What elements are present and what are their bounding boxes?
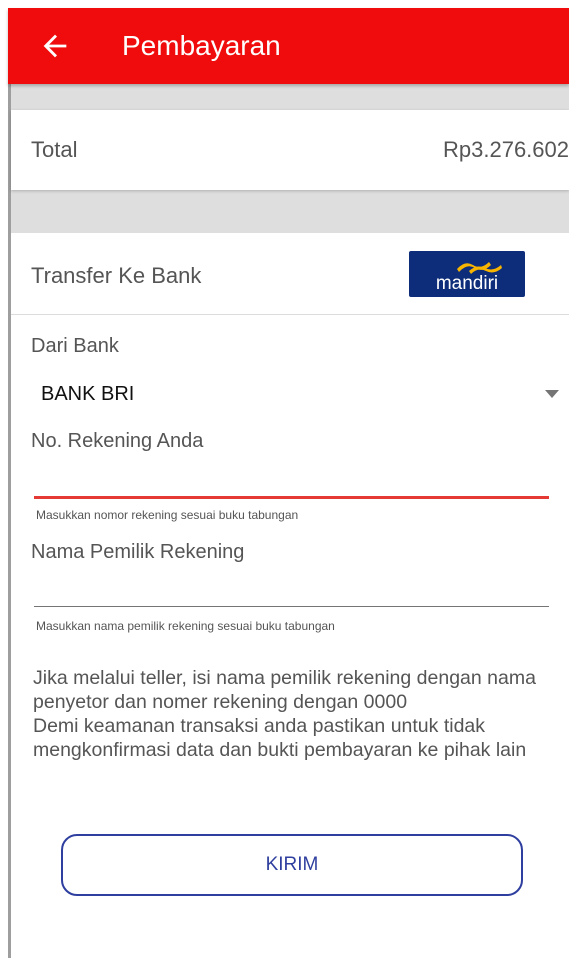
app-bar: Pembayaran: [8, 8, 569, 84]
account-number-label: No. Rekening Anda: [31, 430, 204, 452]
mandiri-logo-icon: mandiri: [409, 251, 525, 297]
divider: [11, 314, 569, 315]
page-title: Pembayaran: [122, 30, 281, 61]
total-card: Total Rp3.276.602: [11, 110, 569, 190]
info-line-security: Demi keamanan transaksi anda pastikan un…: [33, 715, 527, 761]
arrow-left-icon[interactable]: [38, 29, 72, 63]
account-name-helper: Masukkan nama pemilik rekening sesuai bu…: [36, 619, 335, 633]
submit-button[interactable]: KIRIM: [61, 834, 523, 896]
from-bank-label: Dari Bank: [31, 335, 119, 357]
info-text: Jika melalui teller, isi nama pemilik re…: [33, 666, 565, 762]
total-label: Total: [31, 137, 78, 162]
account-number-helper: Masukkan nomor rekening sesuai buku tabu…: [36, 508, 299, 522]
from-bank-select[interactable]: BANK BRI: [41, 383, 134, 406]
account-name-label: Nama Pemilik Rekening: [31, 541, 245, 563]
account-name-field[interactable]: [34, 606, 549, 607]
bank-logo-text: mandiri: [436, 273, 498, 294]
info-line-teller: Jika melalui teller, isi nama pemilik re…: [33, 667, 536, 713]
dropdown-caret-icon[interactable]: [545, 390, 559, 398]
transfer-label: Transfer Ke Bank: [31, 263, 202, 288]
account-number-field[interactable]: [34, 496, 549, 499]
total-value: Rp3.276.602: [443, 137, 569, 162]
